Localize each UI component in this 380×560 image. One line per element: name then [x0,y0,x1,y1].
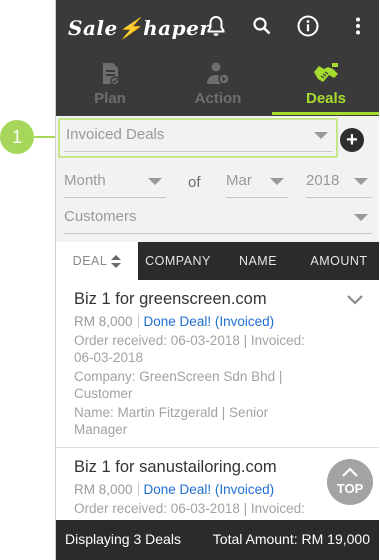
column-amount[interactable]: AMOUNT [298,242,379,280]
info-icon[interactable] [296,14,320,38]
sort-icon [111,254,122,269]
add-deal-button[interactable]: + [340,128,364,152]
month-value: Mar [226,172,252,189]
chevron-up-icon [342,467,358,477]
customer-select[interactable]: Customers [64,200,372,234]
column-company[interactable]: COMPANY [138,242,218,280]
column-name[interactable]: NAME [218,242,298,280]
period-value: Month [64,172,106,189]
scroll-top-button[interactable]: TOP [327,459,373,505]
filter-panel: Invoiced Deals + Month of Mar 2018 Custo… [56,116,379,242]
plan-document-icon [103,63,120,86]
scroll-top-label: TOP [336,481,364,496]
chevron-down-icon [354,214,368,221]
callout-marker: 1 [0,120,34,154]
deal-status: Done Deal! (Invoiced) [143,482,275,497]
chevron-down-icon [148,178,162,185]
action-person-icon [207,62,230,85]
deal-count: Displaying 3 Deals [65,531,181,547]
year-select[interactable]: 2018 [306,164,372,198]
tab-deals-label: Deals [305,90,347,107]
tab-action-label: Action [194,90,242,107]
customer-value: Customers [64,208,137,225]
deal-title: Biz 1 for sanustailoring.com [74,458,277,476]
summary-footer: Displaying 3 Deals Total Amount: RM 19,0… [56,520,379,560]
deal-dates: Order received: 06-03-2018 | Invoiced: [74,501,305,516]
search-icon[interactable] [250,14,274,38]
app-screen: Sale⚡haper Plan Action Deals Invoiced De… [55,0,379,560]
of-label: of [188,174,201,191]
chevron-down-icon [270,178,284,185]
list-item[interactable]: Biz 1 for greenscreen.com RM 8,000 Done D… [56,280,379,448]
bell-icon[interactable] [204,14,228,38]
deal-company: Company: GreenScreen Sdn Bhd | Customer [74,369,283,401]
deal-contact: Name: Martin Fitzgerald | Senior Manager [74,405,269,437]
deal-title: Biz 1 for greenscreen.com [74,290,267,308]
deal-amount: RM 8,000 [74,314,133,329]
column-deal[interactable]: DEAL [56,242,138,280]
active-tab-indicator [272,112,379,115]
month-select[interactable]: Mar [226,164,288,198]
app-header: Sale⚡haper Plan Action Deals [56,0,379,116]
tab-deals[interactable]: Deals [272,56,379,116]
handshake-icon [314,63,338,82]
column-header: DEAL COMPANY NAME AMOUNT [56,242,379,280]
chevron-down-icon [354,178,368,185]
deal-amount: RM 8,000 [74,482,133,497]
tab-plan-label: Plan [94,90,126,107]
deal-amount-status: RM 8,000 Done Deal! (Invoiced) [74,314,274,329]
more-vert-icon[interactable] [346,14,370,38]
deal-dates: Order received: 06-03-2018 | Invoiced: 0… [74,333,305,365]
deal-amount-status: RM 8,000 Done Deal! (Invoiced) [74,482,274,497]
tab-plan[interactable]: Plan [56,56,164,116]
chevron-down-icon[interactable] [346,294,364,306]
period-select[interactable]: Month [64,164,166,198]
deal-status: Done Deal! (Invoiced) [143,314,275,329]
total-amount: Total Amount: RM 19,000 [212,531,370,547]
saleshaper-logo: Sale⚡haper [68,16,211,40]
callout-highlight [58,118,338,158]
tab-action[interactable]: Action [164,56,272,116]
main-tabs: Plan Action Deals [56,56,379,116]
year-value: 2018 [306,172,340,189]
